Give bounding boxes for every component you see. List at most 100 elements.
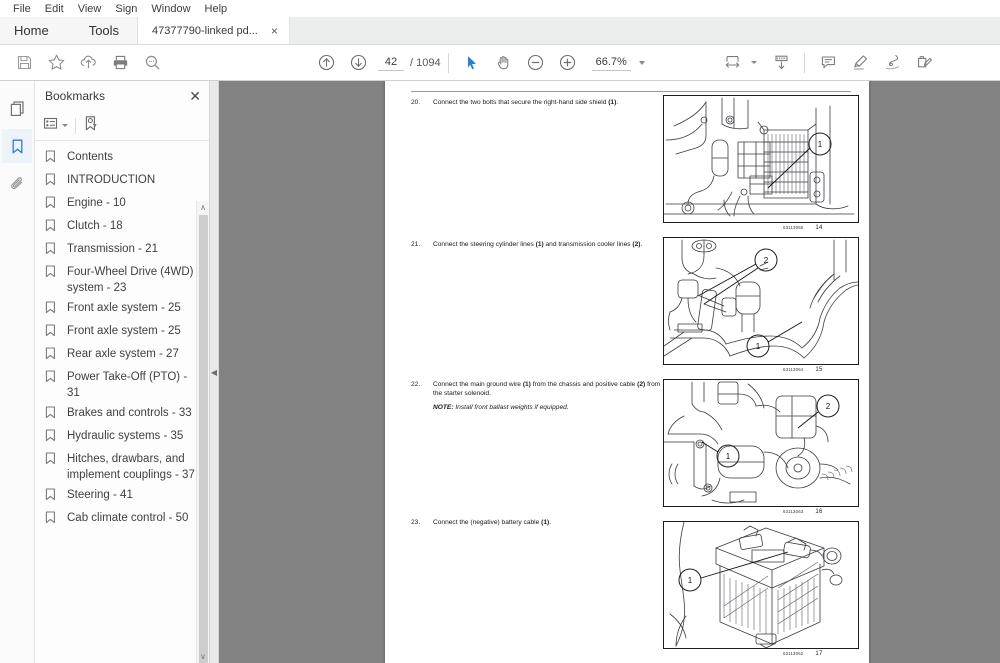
callout-1: 1 [818, 140, 823, 149]
bookmarks-toolbar-divider [75, 117, 76, 134]
fill-and-sign-icon[interactable] [908, 48, 940, 78]
list-item[interactable]: Front axle system - 25 [35, 321, 209, 344]
document-tab[interactable]: 47377790-linked pd... × [137, 17, 290, 44]
page-thumbnails-icon[interactable] [2, 91, 32, 125]
hand-tool-icon[interactable] [488, 48, 520, 78]
bookmark-label: Cab climate control - 50 [67, 512, 189, 524]
bookmark-icon [45, 429, 61, 447]
tab-tools[interactable]: Tools [70, 17, 138, 44]
bookmark-icon [45, 150, 61, 168]
close-icon[interactable]: × [268, 25, 281, 37]
step-22: 22. Connect the main ground wire (1) fro… [411, 381, 661, 398]
page-total-label: / 1094 [410, 56, 441, 69]
list-item[interactable]: Contents [35, 147, 209, 170]
chevron-down-icon[interactable] [638, 60, 645, 65]
menu-item-view[interactable]: View [71, 3, 109, 15]
print-icon[interactable] [104, 48, 136, 78]
list-item[interactable]: Power Take-Off (PTO) - 31 [35, 367, 209, 403]
menu-item-help[interactable]: Help [198, 3, 235, 15]
note-label: NOTE: [433, 404, 454, 411]
list-item[interactable]: Four-Wheel Drive (4WD) system - 23 [35, 262, 209, 298]
fit-page-width-icon[interactable] [716, 48, 748, 78]
search-icon[interactable] [136, 48, 168, 78]
callout-1: 1 [688, 576, 693, 585]
bookmark-label: Hitches, drawbars, and implement couplin… [67, 453, 195, 481]
bookmarks-scrollbar[interactable]: ∧ ∨ [196, 201, 209, 663]
document-tab-label: 47377790-linked pd... [152, 24, 258, 37]
scroll-down-arrow-icon[interactable]: ∨ [197, 650, 209, 663]
tab-home[interactable]: Home [0, 17, 71, 44]
previous-page-icon[interactable] [310, 48, 342, 78]
bookmark-icon [45, 265, 61, 283]
figure-code: 63113063 [783, 509, 804, 514]
callout-1: 1 [756, 342, 761, 351]
bookmark-label: Contents [67, 151, 114, 163]
menu-item-file[interactable]: File [6, 3, 38, 15]
step-20-number: 20. [411, 99, 421, 106]
sign-pen-icon[interactable] [876, 48, 908, 78]
bookmarks-title: Bookmarks [45, 89, 106, 103]
menu-item-window[interactable]: Window [144, 3, 197, 15]
select-cursor-icon[interactable] [456, 48, 488, 78]
bookmark-label: Transmission - 21 [67, 243, 158, 255]
list-item[interactable]: Clutch - 18 [35, 216, 209, 239]
upload-cloud-icon[interactable] [72, 48, 104, 78]
scroll-up-arrow-icon[interactable]: ∧ [197, 201, 209, 214]
list-options-icon[interactable] [43, 116, 59, 136]
zoom-out-icon[interactable] [520, 48, 552, 78]
bookmarks-icon[interactable] [2, 129, 32, 163]
list-item[interactable]: Cab climate control - 50 [35, 508, 209, 531]
list-item[interactable]: Front axle system - 25 [35, 298, 209, 321]
bookmark-icon [45, 488, 61, 506]
toolbar-left-group [0, 48, 168, 78]
list-item[interactable]: Transmission - 21 [35, 239, 209, 262]
list-item[interactable]: Engine - 10 [35, 193, 209, 216]
bookmark-label: INTRODUCTION [67, 174, 156, 186]
star-icon[interactable] [40, 48, 72, 78]
steering-cylinder-figure-caption: 63113064 15 [783, 367, 822, 373]
list-item[interactable]: Hitches, drawbars, and implement couplin… [35, 449, 209, 485]
zoom-in-icon[interactable] [552, 48, 584, 78]
pdf-page-content: 20. Connect the two bolts that secure th… [385, 81, 869, 663]
toolbar-center-group: / 1094 66.7% [310, 48, 645, 78]
document-viewport[interactable]: 20. Connect the two bolts that secure th… [219, 81, 1000, 663]
bookmark-label: Front axle system - 25 [67, 325, 181, 337]
bookmarks-toolbar [35, 111, 209, 141]
page-header-rule [411, 91, 851, 92]
panel-collapse-handle[interactable]: ◀ [210, 81, 219, 663]
pdf-page: 20. Connect the two bolts that secure th… [385, 81, 869, 663]
step-23-text: Connect the (negative) battery cable (1)… [433, 519, 552, 526]
figure-code: 63113065 [783, 225, 804, 230]
close-icon[interactable]: ✕ [189, 89, 201, 103]
step-23: 23. Connect the (negative) battery cable… [411, 519, 661, 528]
bookmark-icon [45, 219, 61, 237]
list-item[interactable]: Hydraulic systems - 35 [35, 426, 209, 449]
bookmark-label: Four-Wheel Drive (4WD) system - 23 [67, 266, 194, 294]
tab-strip-filler [289, 17, 1000, 44]
page-number-input[interactable] [378, 54, 404, 71]
step-20: 20. Connect the two bolts that secure th… [411, 99, 661, 108]
chevron-down-icon-bookmark-options[interactable] [62, 124, 68, 127]
new-bookmark-icon[interactable] [83, 115, 99, 137]
highlight-marker-icon[interactable] [844, 48, 876, 78]
next-page-icon[interactable] [342, 48, 374, 78]
comment-icon[interactable] [812, 48, 844, 78]
list-item[interactable]: Brakes and controls - 33 [35, 403, 209, 426]
menu-item-edit[interactable]: Edit [38, 3, 71, 15]
callout-1: 1 [726, 452, 731, 461]
attachments-icon[interactable] [2, 167, 32, 201]
app-body: Bookmarks ✕ Contents INTRODUCTION Engine… [0, 81, 1000, 663]
list-item[interactable]: Rear axle system - 27 [35, 344, 209, 367]
list-item[interactable]: Steering - 41 [35, 485, 209, 508]
save-icon[interactable] [8, 48, 40, 78]
list-item[interactable]: INTRODUCTION [35, 170, 209, 193]
chevron-down-icon-fit[interactable] [751, 61, 757, 64]
menu-item-sign[interactable]: Sign [108, 3, 144, 15]
bookmarks-list[interactable]: Contents INTRODUCTION Engine - 10 Clutch… [35, 141, 209, 663]
toolbar-divider-2 [804, 52, 805, 73]
bookmark-icon [45, 347, 61, 365]
page-scroll-icon[interactable] [765, 48, 797, 78]
scrollbar-thumb[interactable] [199, 215, 208, 663]
bookmarks-panel: Bookmarks ✕ Contents INTRODUCTION Engine… [35, 81, 210, 663]
zoom-level-display[interactable]: 66.7% [591, 55, 631, 71]
